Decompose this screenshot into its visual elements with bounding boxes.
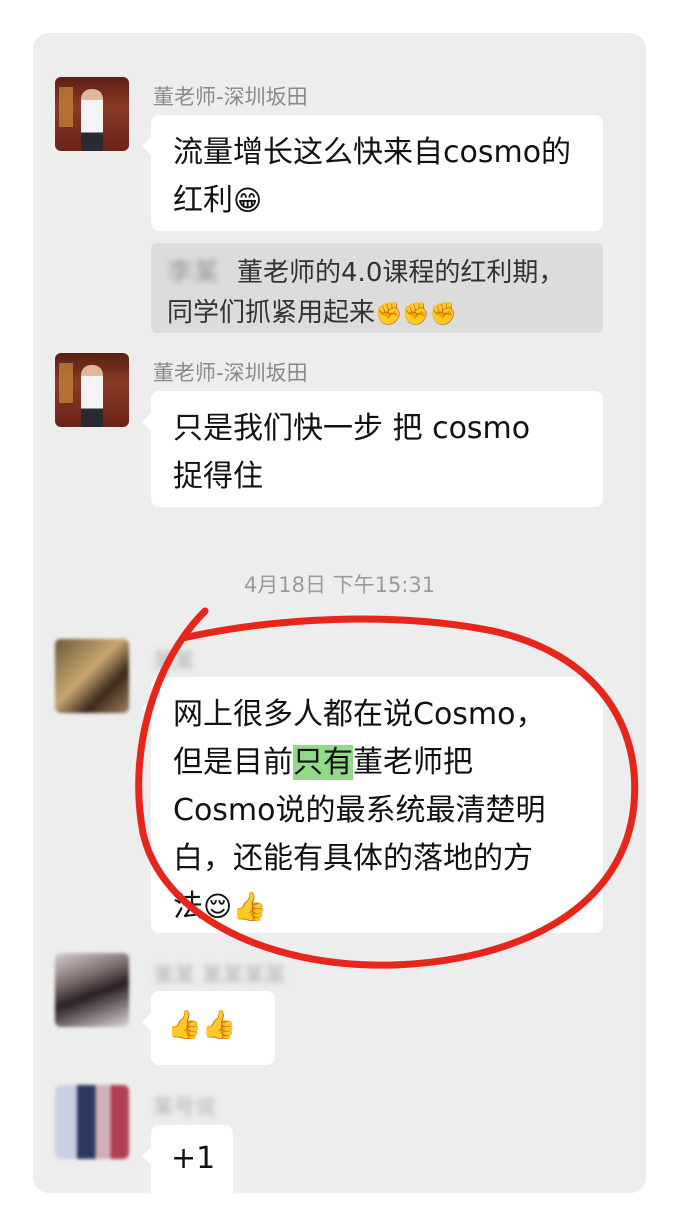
quoted-reply[interactable]: 李某 董老师的4.0课程的红利期，同学们抓紧用起来✊✊✊: [151, 243, 603, 333]
sender-name: 董老师-深圳坂田: [153, 361, 308, 385]
avatar-background: [59, 363, 73, 403]
message-text-line: 法😌👍: [173, 883, 581, 931]
sender-name: 某某 某某某某: [153, 963, 286, 987]
timestamp: 4月18日 下午15:31: [243, 573, 436, 597]
quote-text: 董老师的4.0课程的红利期，同学们抓紧用起来: [167, 258, 565, 328]
message-text: +1: [171, 1141, 216, 1176]
sender-name: 某号说: [153, 1095, 216, 1119]
message-text-line: Cosmo说的最系统最清楚明: [173, 793, 546, 828]
message-text-line: 捉得住: [173, 459, 263, 494]
chat-panel[interactable]: 董老师-深圳坂田 流量增长这么快来自cosmo的红利😁 李某 董老师的4.0课程的…: [33, 33, 646, 1193]
message-bubble[interactable]: 👍👍: [142, 991, 275, 1065]
message-text-line: 白，还能有具体的落地的方: [173, 841, 533, 876]
sender-name: 董老师-深圳坂田: [153, 85, 308, 109]
text-segment: 董老师把: [353, 745, 473, 780]
avatar[interactable]: [55, 1085, 129, 1159]
avatar-person: [81, 89, 103, 151]
message-bubble[interactable]: +1: [142, 1125, 233, 1193]
thumbs-up-emoji-icon: 👍👍: [167, 1008, 237, 1041]
avatar[interactable]: [55, 353, 129, 427]
fist-emoji-icon: ✊✊✊: [375, 302, 458, 327]
avatar-background: [59, 87, 73, 127]
relieved-thumbs-up-emoji-icon: 😌👍: [203, 890, 268, 923]
sender-name: 某某: [153, 649, 195, 673]
text-segment: 法: [173, 889, 203, 924]
message-text-line: 网上很多人都在说Cosmo，: [173, 697, 546, 732]
avatar[interactable]: [55, 77, 129, 151]
message-text-line: 只是我们快一步 把 cosmo: [173, 411, 531, 446]
message-text-line: 但是目前只有董老师把: [173, 739, 581, 787]
avatar-person: [81, 365, 103, 427]
message-bubble[interactable]: 网上很多人都在说Cosmo， 但是目前只有董老师把 Cosmo说的最系统最清楚明…: [142, 677, 603, 933]
message-bubble[interactable]: 流量增长这么快来自cosmo的红利😁: [142, 115, 603, 231]
grin-emoji-icon: 😁: [233, 184, 263, 217]
avatar[interactable]: [55, 953, 129, 1027]
message-bubble[interactable]: 只是我们快一步 把 cosmo 捉得住: [142, 391, 603, 507]
avatar[interactable]: [55, 639, 129, 713]
text-segment: 但是目前: [173, 745, 293, 780]
quote-sender: 李某: [167, 258, 220, 288]
highlighted-text: 只有: [293, 745, 353, 780]
